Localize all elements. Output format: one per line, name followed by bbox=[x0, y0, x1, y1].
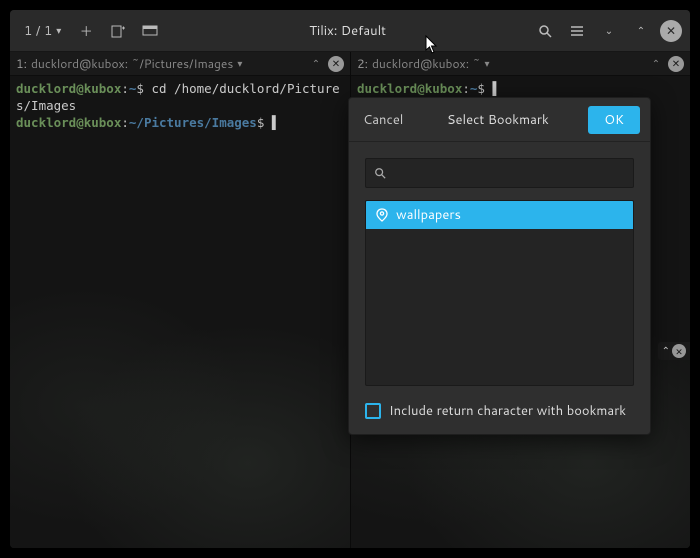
pane-title: ducklord@kubox: ~ bbox=[372, 55, 481, 72]
session-selector[interactable]: 1 / 1 ▾ bbox=[18, 18, 67, 44]
pane-title: ducklord@kubox: ~/Pictures/Images bbox=[31, 55, 233, 72]
pane-close-button[interactable]: ✕ bbox=[668, 56, 684, 72]
session-count: 1 / 1 bbox=[24, 22, 52, 40]
prompt-user: ducklord@kubox bbox=[16, 115, 121, 130]
headerbar: 1 / 1 ▾ ＋ Tilix: Default bbox=[10, 10, 690, 52]
search-button[interactable] bbox=[532, 18, 558, 44]
headerbar-right: ⌄ ⌃ ✕ bbox=[532, 18, 682, 44]
bookmark-list: wallpapers bbox=[365, 200, 634, 386]
pane-close-button[interactable]: ✕ bbox=[328, 56, 344, 72]
bookmark-label: wallpapers bbox=[396, 206, 461, 224]
search-icon bbox=[374, 167, 386, 179]
chevron-up-icon: ⌃ bbox=[637, 24, 645, 38]
close-icon: ✕ bbox=[675, 345, 683, 358]
include-return-checkbox[interactable] bbox=[365, 403, 381, 419]
cursor-block: ▌ bbox=[492, 81, 500, 96]
maximize-button[interactable]: ⌃ bbox=[628, 18, 654, 44]
dialog-footer: Include return character with bookmark bbox=[349, 402, 650, 434]
dialog-body: wallpapers bbox=[349, 142, 650, 402]
pane-index: 2: bbox=[357, 55, 368, 72]
pane-tabbar-2: 2: ducklord@kubox: ~ ▾ ⌃ ✕ bbox=[351, 52, 690, 76]
bookmark-search-input[interactable] bbox=[392, 166, 625, 181]
window-close-button[interactable]: ✕ bbox=[660, 20, 682, 42]
add-terminal-down-icon bbox=[142, 24, 158, 38]
cursor-block: ▌ bbox=[272, 115, 280, 130]
pane-maximize-button[interactable]: ⌃ bbox=[648, 56, 664, 72]
ok-button[interactable]: OK bbox=[588, 106, 640, 134]
prompt-user: ducklord@kubox bbox=[16, 81, 121, 96]
split-down-button[interactable] bbox=[137, 18, 163, 44]
terminal-pane-1: 1: ducklord@kubox: ~/Pictures/Images ▾ ⌃… bbox=[10, 52, 350, 548]
close-icon: ✕ bbox=[672, 57, 680, 71]
include-return-label: Include return character with bookmark bbox=[389, 402, 626, 420]
plus-icon: ＋ bbox=[80, 21, 93, 41]
pane-close-button[interactable]: ✕ bbox=[672, 344, 686, 358]
chevron-up-icon: ⌃ bbox=[652, 57, 660, 71]
chevron-up-icon: ⌃ bbox=[662, 344, 670, 358]
prompt-path: ~/Pictures/Images bbox=[129, 115, 257, 130]
prompt-user: ducklord@kubox bbox=[357, 81, 462, 96]
pane-tabbar-1: 1: ducklord@kubox: ~/Pictures/Images ▾ ⌃… bbox=[10, 52, 350, 76]
dialog-header: Cancel Select Bookmark OK bbox=[349, 98, 650, 142]
bookmark-search[interactable] bbox=[365, 158, 634, 188]
cancel-button[interactable]: Cancel bbox=[359, 107, 407, 133]
close-icon: ✕ bbox=[666, 22, 676, 39]
collapsed-pane-chip[interactable]: ⌃ ✕ bbox=[658, 342, 690, 360]
select-bookmark-dialog: Cancel Select Bookmark OK wallpapers Inc… bbox=[348, 97, 651, 435]
pane-index: 1: bbox=[16, 55, 27, 72]
add-terminal-right-icon bbox=[111, 24, 125, 38]
hamburger-icon bbox=[570, 25, 584, 37]
chevron-down-icon: ▾ bbox=[56, 24, 61, 38]
search-icon bbox=[538, 24, 552, 38]
split-right-button[interactable] bbox=[105, 18, 131, 44]
menu-button[interactable] bbox=[564, 18, 590, 44]
close-icon: ✕ bbox=[332, 57, 340, 71]
chevron-down-icon: ⌄ bbox=[605, 24, 613, 38]
bookmark-item[interactable]: wallpapers bbox=[366, 201, 633, 229]
chevron-down-icon[interactable]: ▾ bbox=[237, 57, 242, 71]
dialog-title: Select Bookmark bbox=[447, 111, 549, 129]
chevron-down-icon[interactable]: ▾ bbox=[485, 57, 490, 71]
bookmark-icon bbox=[376, 208, 388, 222]
terminal-1[interactable]: ducklord@kubox:~$ cd /home/ducklord/Pict… bbox=[10, 76, 350, 548]
minimize-button[interactable]: ⌄ bbox=[596, 18, 622, 44]
pane-maximize-button[interactable]: ⌃ bbox=[308, 56, 324, 72]
new-session-button[interactable]: ＋ bbox=[73, 18, 99, 44]
chevron-up-icon: ⌃ bbox=[312, 57, 320, 71]
window-title: Tilix: Default bbox=[169, 22, 526, 40]
